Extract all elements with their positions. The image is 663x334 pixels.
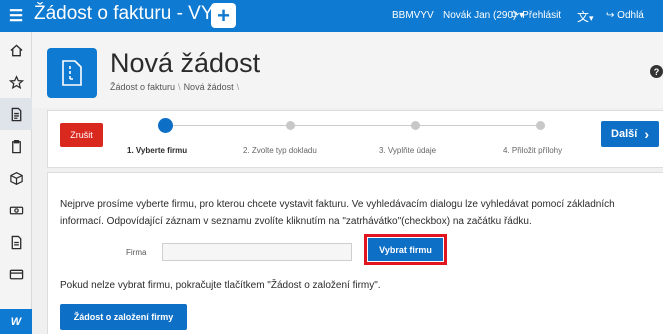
intro-text: Nejprve prosíme vyberte firmu, pro ktero… (60, 199, 615, 227)
wizard-step-label: 4. Přiložit přílohy (503, 146, 563, 155)
home-icon[interactable] (0, 34, 32, 66)
file-icon[interactable] (0, 226, 32, 258)
card-icon[interactable] (0, 258, 32, 290)
firm-field[interactable] (162, 243, 352, 261)
box-icon[interactable] (0, 162, 32, 194)
wizard-track (165, 125, 540, 126)
wizard-step-label: 1. Vyberte firmu (127, 146, 188, 155)
breadcrumb-separator: \ (178, 82, 181, 92)
logout-label: Odhlá (617, 10, 644, 21)
translate-icon: 文 (577, 10, 590, 24)
money-icon[interactable] (0, 194, 32, 226)
breadcrumb-item[interactable]: Žádost o fakturu (110, 82, 175, 92)
select-firm-button[interactable]: Vybrat firmu (368, 238, 443, 261)
chevron-right-icon: › (644, 126, 649, 142)
wizard-step-marker[interactable] (286, 121, 295, 130)
refresh-icon: ⟳ (511, 10, 520, 21)
request-document-icon (47, 48, 97, 98)
help-icon[interactable]: ? (650, 65, 663, 78)
breadcrumb-item: Nová žádost (183, 82, 234, 92)
wizard-step-marker[interactable] (536, 121, 545, 130)
wizard-step-marker[interactable] (158, 118, 173, 133)
app-title[interactable]: Žádost o fakturu - VYV (34, 3, 226, 25)
cancel-button[interactable]: Zrušit (60, 123, 103, 147)
document-icon[interactable] (0, 98, 32, 130)
language-menu[interactable]: 文▾ (577, 8, 594, 25)
left-navigation: W (0, 32, 32, 334)
breadcrumb-separator: \ (236, 82, 240, 92)
logout-icon: ↪ (606, 10, 615, 21)
wizard-step-marker[interactable] (411, 121, 420, 130)
star-icon[interactable] (0, 66, 32, 98)
fallback-text: Pokud nelze vybrat firmu, pokračujte tla… (60, 280, 381, 291)
hamburger-icon[interactable]: ☰ (0, 0, 32, 32)
next-button-label: Další (611, 128, 638, 140)
request-firm-creation-button[interactable]: Žádost o založení firmy (60, 304, 187, 330)
user-name: Novák Jan (290) (443, 10, 517, 21)
plus-icon[interactable]: + (211, 3, 236, 28)
logout-button[interactable]: ↪ Odhlá (606, 10, 644, 21)
page-title: Nová žádost (110, 48, 261, 78)
next-button[interactable]: Další › (601, 121, 659, 147)
top-bar: ☰ Žádost o fakturu - VYV + BBMVYV Novák … (0, 0, 663, 32)
firm-label: Firma (126, 248, 147, 257)
wizard-step-label: 3. Vyplňte údaje (379, 146, 437, 155)
switch-user-button[interactable]: ⟳ Přehlásit (511, 10, 561, 21)
app-logo[interactable]: W (0, 309, 32, 334)
wizard-step-label: 2. Zvolte typ dokladu (243, 146, 317, 155)
clipboard-icon[interactable] (0, 130, 32, 162)
breadcrumb: Žádost o fakturu \ Nová žádost \ (110, 82, 242, 92)
chevron-down-icon: ▾ (589, 13, 594, 23)
wizard-progress-panel (47, 110, 663, 168)
switch-user-label: Přehlásit (522, 10, 562, 21)
user-code[interactable]: BBMVYV (392, 10, 434, 21)
